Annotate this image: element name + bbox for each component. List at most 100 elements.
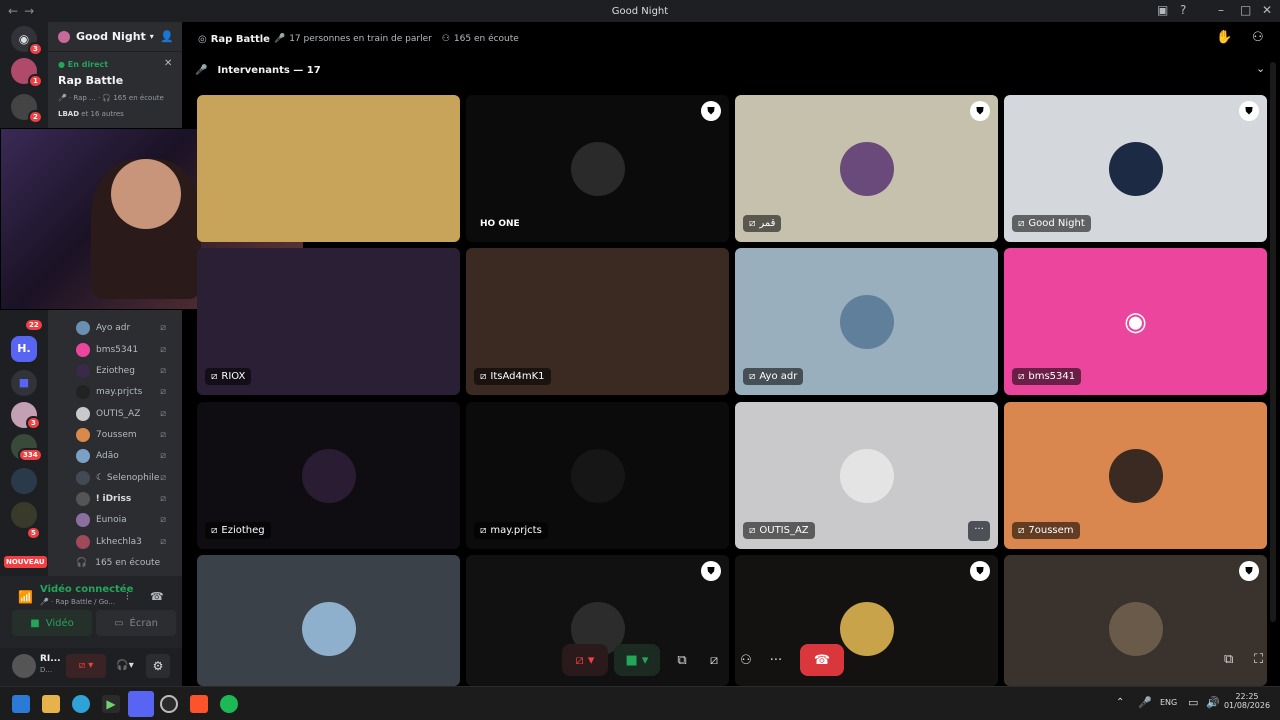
mute-mic-button[interactable]: ⧄ ▾ xyxy=(66,654,106,678)
speaker-tile[interactable]: ⛊ ⧄ قمر xyxy=(735,95,998,242)
list-item[interactable]: ǃ iDriss ⧄ xyxy=(76,489,176,509)
volume-icon[interactable]: 🔊 xyxy=(1206,696,1220,709)
stage-title: Rap Battle xyxy=(210,33,270,45)
play-icon[interactable]: ▶ xyxy=(102,695,120,713)
invite-icon[interactable]: ⚇ xyxy=(1252,30,1264,45)
list-item[interactable]: Eziotheg ⧄ xyxy=(76,361,176,381)
minimize-button[interactable]: – xyxy=(1218,3,1224,17)
speaker-tile[interactable]: ⧄ 7oussem xyxy=(1004,402,1267,549)
avatar xyxy=(301,448,356,503)
mic-tray-icon[interactable]: 🎤 xyxy=(1138,696,1152,709)
speaker-tile[interactable]: ⧄ ItsAd4mK1 xyxy=(466,248,729,395)
speaker-tile[interactable]: ⧄ Ayo adr xyxy=(735,248,998,395)
tray-expand-icon[interactable]: ⌃ xyxy=(1116,697,1124,708)
speaker-tile[interactable]: ◉ ⧄ bms5341 xyxy=(1004,248,1267,395)
discord-logo-icon: ◉ xyxy=(1124,306,1147,337)
muted-icon: ⧄ xyxy=(1018,371,1025,382)
list-item[interactable]: Adão ⧄ xyxy=(76,446,176,466)
server-header[interactable]: Good Night ▾ 👤 xyxy=(48,22,182,52)
file-explorer-icon[interactable] xyxy=(42,695,60,713)
folder-icon[interactable]: ■ xyxy=(11,370,37,396)
server-icon[interactable] xyxy=(11,502,37,528)
fullscreen-icon[interactable]: ⛶ xyxy=(1254,652,1263,667)
inbox-icon[interactable]: ▣ xyxy=(1157,3,1168,17)
speaker-name: OUTIS_AZ xyxy=(759,525,809,536)
speaker-tile[interactable] xyxy=(197,555,460,686)
edge-icon[interactable] xyxy=(72,695,90,713)
speaker-tile[interactable] xyxy=(197,95,460,242)
speaker-name: HO ONE xyxy=(480,219,520,229)
server-icon[interactable] xyxy=(11,468,37,494)
brave-icon[interactable] xyxy=(190,695,208,713)
settings-gear-icon[interactable]: ⚙ xyxy=(146,654,170,678)
disconnect-icon[interactable]: ☎ xyxy=(150,590,164,603)
unread-badge: 2 xyxy=(28,110,43,124)
speaker-name-label: ⧄ OUTIS_AZ xyxy=(743,522,815,539)
avatar xyxy=(76,492,90,506)
list-item[interactable]: Eunoia ⧄ xyxy=(76,510,176,530)
chevron-down-icon[interactable]: ⌄ xyxy=(1256,62,1265,75)
speaker-name-label: ⧄ ItsAd4mK1 xyxy=(474,368,551,385)
app-icon[interactable] xyxy=(160,695,178,713)
list-item[interactable]: Lkhechla3 ⧄ xyxy=(76,532,176,552)
title-bar: ←→ Good Night ▣ ? – □ ✕ xyxy=(0,0,1280,22)
more-options-button[interactable]: ··· xyxy=(968,521,990,541)
windows-start-icon[interactable] xyxy=(12,695,30,713)
language-indicator[interactable]: ENG xyxy=(1160,698,1177,707)
user-panel: RI... D... ⧄ ▾ 🎧▾ ⚙ xyxy=(0,648,182,686)
camera-toggle-button[interactable]: ■ ▾ xyxy=(614,644,660,676)
list-item[interactable]: Ayo adr ⧄ xyxy=(76,318,176,338)
scrollbar[interactable] xyxy=(1270,62,1276,622)
screen-share-button[interactable]: ▭ Écran xyxy=(96,610,176,636)
call-controls: ⧄ ▾ ■ ▾ ⧉ ⧄ ⚇ ··· ☎ xyxy=(562,642,846,678)
speaker-name: Eziotheg xyxy=(221,525,265,536)
list-item[interactable]: 7oussem ⧄ xyxy=(76,425,176,445)
popout-icon[interactable]: ⧉ xyxy=(1224,652,1233,667)
camera-icon: ■ xyxy=(30,617,40,629)
speaker-tile[interactable]: ⛊ ⧄ Good Night xyxy=(1004,95,1267,242)
screen-share-icon[interactable]: ⧉ xyxy=(666,644,698,676)
avatar[interactable] xyxy=(12,654,36,678)
leave-stage-button[interactable]: ☎ xyxy=(800,644,844,676)
muted-icon: ⧄ xyxy=(749,218,756,229)
moderator-shield-icon: ⛊ xyxy=(970,561,990,581)
speaker-tile[interactable]: ⧄ may.prjcts xyxy=(466,402,729,549)
speaker-tile[interactable]: ⧄ OUTIS_AZ ··· xyxy=(735,402,998,549)
voice-channel[interactable]: 🎤 · Rap Battle / Go... xyxy=(40,598,115,606)
speaker-tile[interactable]: ⛊ HO ONE xyxy=(466,95,729,242)
more-options-icon[interactable]: ··· xyxy=(762,644,790,676)
invite-speaker-icon[interactable]: ⚇ xyxy=(730,644,762,676)
server-avatar xyxy=(58,30,70,43)
list-item[interactable]: ☾ Selenophile ⧄ xyxy=(76,468,176,488)
muted-icon: ⧄ xyxy=(160,430,166,440)
discord-taskbar-icon[interactable] xyxy=(128,691,154,717)
headphones-button[interactable]: 🎧▾ xyxy=(110,654,140,678)
raise-hand-icon[interactable]: ✋ xyxy=(1216,30,1232,45)
noise-suppression-icon[interactable]: ⫶ xyxy=(126,590,129,604)
speaker-name-label: ⧄ 7oussem xyxy=(1012,522,1080,539)
video-button[interactable]: ■ Vidéo xyxy=(12,610,92,636)
maximize-button[interactable]: □ xyxy=(1240,3,1251,17)
user-name: RI... xyxy=(40,654,61,664)
list-item[interactable]: OUTIS_AZ ⧄ xyxy=(76,404,176,424)
spotify-icon[interactable] xyxy=(220,695,238,713)
move-to-audience-icon[interactable]: ⧄ xyxy=(698,644,730,676)
close-icon[interactable]: ✕ xyxy=(164,58,172,69)
clock[interactable]: 22:25 01/08/2026 xyxy=(1222,692,1272,710)
list-item[interactable]: may.prjcts ⧄ xyxy=(76,382,176,402)
speaker-tile[interactable]: ⧄ Eziotheg xyxy=(197,402,460,549)
help-icon[interactable]: ? xyxy=(1180,3,1186,17)
speakers-section-header[interactable]: 🎤 Intervenants — 17 xyxy=(195,62,321,78)
stage-name[interactable]: Rap Battle xyxy=(58,74,123,87)
close-button[interactable]: ✕ xyxy=(1262,3,1272,17)
unread-badge: 22 xyxy=(24,318,44,332)
mic-toggle-button[interactable]: ⧄ ▾ xyxy=(562,644,608,676)
server-icon-hl[interactable]: H. xyxy=(11,336,37,362)
add-member-icon[interactable]: 👤 xyxy=(160,30,174,43)
speaker-name-label: ⧄ قمر xyxy=(743,215,782,232)
list-item[interactable]: bms5341 ⧄ xyxy=(76,340,176,360)
listener-count[interactable]: 🎧 165 en écoute xyxy=(76,553,176,573)
speaker-tile[interactable]: ⧄ RIOX xyxy=(197,248,460,395)
avatar xyxy=(1108,448,1163,503)
network-icon[interactable]: ▭ xyxy=(1188,696,1198,709)
